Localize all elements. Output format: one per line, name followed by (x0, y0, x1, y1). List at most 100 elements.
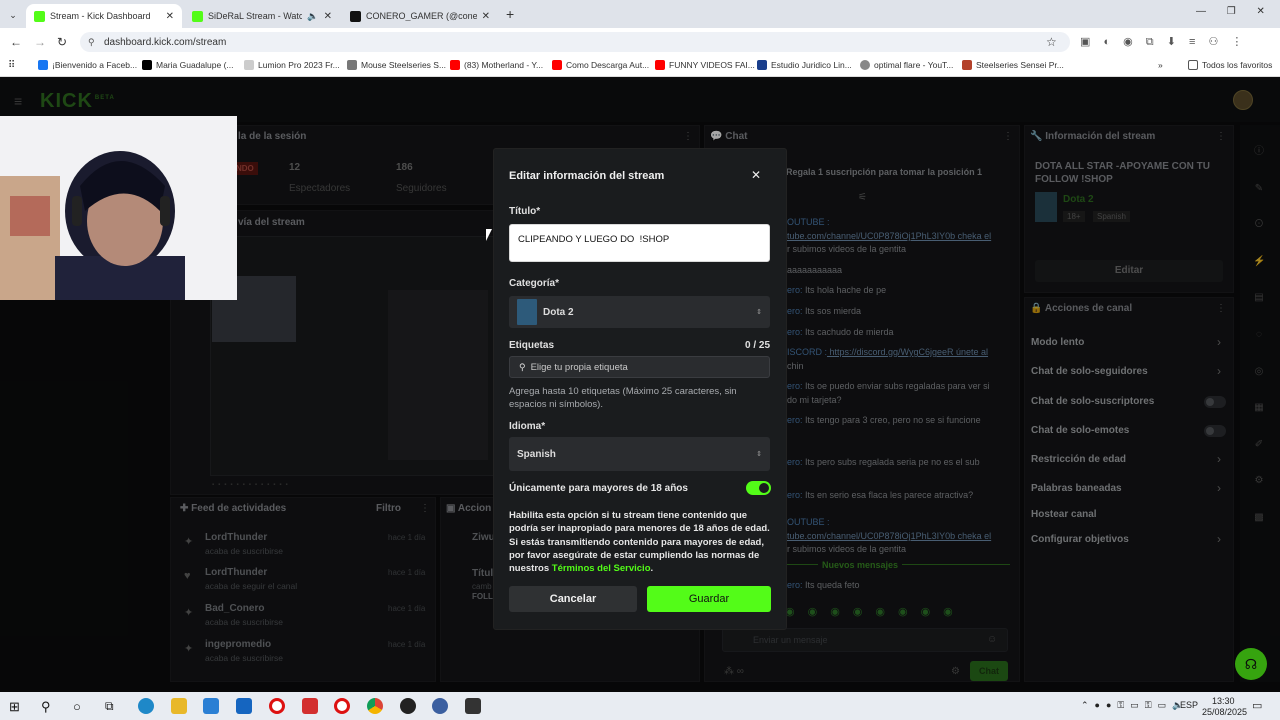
title-label: Título* (509, 206, 541, 217)
app-icon[interactable] (432, 698, 448, 714)
search-icon[interactable]: ⚲ (41, 699, 51, 715)
bookmark-label: Lumion Pro 2023 Fr... (258, 60, 340, 70)
kick-favicon-icon (192, 10, 203, 22)
select-arrows-icon: ⇕ (756, 451, 762, 458)
category-select[interactable]: Dota 2 ⇕ (509, 296, 770, 328)
windows-start-icon[interactable]: ⊞ (9, 699, 20, 715)
bookmark-label: Como Descarga Aut... (566, 60, 650, 70)
site-info-icon[interactable]: ⚲ (88, 37, 95, 48)
close-icon[interactable]: ✕ (324, 11, 332, 22)
opera-gx-icon[interactable] (334, 698, 350, 714)
bookmark-label: Steelseries Sensei Pr... (976, 60, 1064, 70)
bookmark-label: Estudio Juridico Lin... (771, 60, 852, 70)
apps-icon[interactable]: ⠿ (8, 60, 15, 71)
app-icon[interactable] (465, 698, 481, 714)
tab-label: Stream - Kick Dashboard (50, 11, 151, 21)
new-tab-icon[interactable]: + (506, 6, 514, 22)
bookmark-label: FUNNY VIDEOS FAI... (669, 60, 755, 70)
bookmark-item[interactable]: Como Descarga Aut... (552, 60, 649, 70)
tags-help-text: Agrega hasta 10 etiquetas (Máximo 25 car… (509, 386, 737, 410)
bookmark-item[interactable]: Mouse Steelseries S... (347, 60, 446, 70)
adult-help-text: Habilita esta opción si tu stream tiene … (509, 509, 771, 575)
audio-icon[interactable]: 🔈 (307, 11, 318, 22)
kick-favicon-icon (34, 10, 45, 22)
webcam-overlay (0, 116, 237, 300)
task-view-icon[interactable]: ⧉ (105, 699, 114, 714)
all-bookmarks-folder[interactable]: Todos los favoritos (1188, 60, 1272, 70)
bookmark-item[interactable]: FUNNY VIDEOS FAI... (655, 60, 755, 70)
adult-only-toggle[interactable] (746, 481, 771, 495)
tab-sideral-stream[interactable]: SiDeRaL Stream - Watch Liv 🔈 ✕ (184, 4, 340, 28)
reload-icon[interactable]: ↻ (57, 35, 67, 49)
modal-title: Editar información del stream (509, 170, 665, 182)
bookmark-item[interactable]: Estudio Juridico Lin... (757, 60, 852, 70)
title-input[interactable]: CLIPEANDO Y LUEGO DO !SHOP (509, 224, 770, 262)
language-label: Idioma* (509, 421, 546, 432)
more-bookmarks-icon[interactable]: » (1158, 60, 1163, 70)
forward-icon[interactable]: → (34, 35, 46, 49)
obs-icon[interactable] (400, 698, 416, 714)
category-label: Categoría* (509, 278, 560, 289)
toggle-knob (759, 483, 769, 493)
url-input[interactable]: dashboard.kick.com/stream (80, 32, 1070, 52)
bookmark-label: ¡Bienvenido a Faceb... (52, 60, 138, 70)
bookmark-item[interactable]: ¡Bienvenido a Faceb... (38, 60, 137, 70)
title-input-value: CLIPEANDO Y LUEGO DO !SHOP (518, 234, 670, 245)
tab-search-icon[interactable]: ⌄ (6, 8, 20, 22)
tab-label: CONERO_GAMER (@conero_g (366, 11, 477, 21)
notifications-icon[interactable]: ▭ (1252, 699, 1262, 712)
tab-kick-dashboard[interactable]: Stream - Kick Dashboard ✕ (26, 4, 182, 28)
dota-thumbnail (517, 299, 537, 325)
extensions-toolbar: ▣ ◐ ◉ ⧉ ⬇ ≡ ⚇ ⋮ (1080, 36, 1243, 48)
file-explorer-icon[interactable] (171, 698, 187, 714)
chrome-icon[interactable] (367, 698, 383, 714)
language-value: Spanish (517, 448, 556, 460)
tags-input[interactable]: ⚲ Elige tu propia etiqueta (509, 356, 770, 378)
save-button[interactable]: Guardar (647, 586, 771, 612)
bookmark-item[interactable]: Maria Guadalupe (... (142, 60, 233, 70)
search-icon: ⚲ (519, 361, 526, 372)
bookmark-item[interactable]: (83) Motherland - Y... (450, 60, 543, 70)
clock-time[interactable]: 13:30 (1212, 696, 1235, 706)
bookmarks-bar: ⠿ ¡Bienvenido a Faceb... Maria Guadalupe… (0, 56, 1280, 77)
bookmark-label: Maria Guadalupe (... (156, 60, 234, 70)
clock-date[interactable]: 25/08/2025 (1202, 707, 1247, 717)
bookmark-label: Mouse Steelseries S... (361, 60, 447, 70)
mail-icon[interactable] (236, 698, 252, 714)
webcam-person-image (0, 116, 237, 300)
store-icon[interactable] (203, 698, 219, 714)
url-text: dashboard.kick.com/stream (104, 36, 227, 48)
bookmark-star-icon[interactable]: ☆ (1046, 35, 1057, 49)
wps-icon[interactable] (302, 698, 318, 714)
terms-link[interactable]: Términos del Servicio (552, 563, 651, 574)
window-controls: — ❐ ✕ (1196, 6, 1265, 17)
cortana-icon[interactable]: ○ (73, 699, 81, 714)
adult-only-label: Únicamente para mayores de 18 años (509, 483, 688, 494)
close-icon[interactable]: ✕ (482, 11, 490, 22)
close-icon[interactable]: ✕ (166, 11, 174, 22)
category-value: Dota 2 (543, 306, 574, 318)
tab-conero-gamer[interactable]: CONERO_GAMER (@conero_g ✕ (342, 4, 498, 28)
tags-counter: 0 / 25 (745, 340, 771, 351)
bookmark-item[interactable]: Steelseries Sensei Pr... (962, 60, 1064, 70)
tags-placeholder: Elige tu propia etiqueta (530, 361, 628, 373)
edge-icon[interactable] (138, 698, 154, 714)
tab-label: SiDeRaL Stream - Watch Liv (208, 11, 303, 21)
terms-period: . (650, 563, 654, 575)
opera-icon[interactable] (269, 698, 285, 714)
bookmark-label: optimal flare - YouT... (874, 60, 954, 70)
cancel-button[interactable]: Cancelar (509, 586, 637, 612)
bookmark-label: (83) Motherland - Y... (464, 60, 544, 70)
tags-label: Etiquetas (509, 340, 555, 351)
language-select[interactable]: Spanish ⇕ (509, 437, 770, 471)
system-tray-icons[interactable]: ⌃●●⚿▭⚿▭🔈 (1081, 700, 1189, 711)
all-bookmarks-label: Todos los favoritos (1202, 60, 1273, 70)
input-language[interactable]: ESP (1180, 700, 1198, 710)
mouse-cursor-icon (486, 229, 492, 241)
bookmark-item[interactable]: Lumion Pro 2023 Fr... (244, 60, 340, 70)
bookmark-item[interactable]: optimal flare - YouT... (860, 60, 953, 70)
tiktok-favicon-icon (350, 10, 361, 22)
select-arrows-icon: ⇕ (756, 309, 762, 316)
close-icon[interactable]: ✕ (751, 168, 761, 182)
back-icon[interactable]: ← (10, 35, 22, 49)
